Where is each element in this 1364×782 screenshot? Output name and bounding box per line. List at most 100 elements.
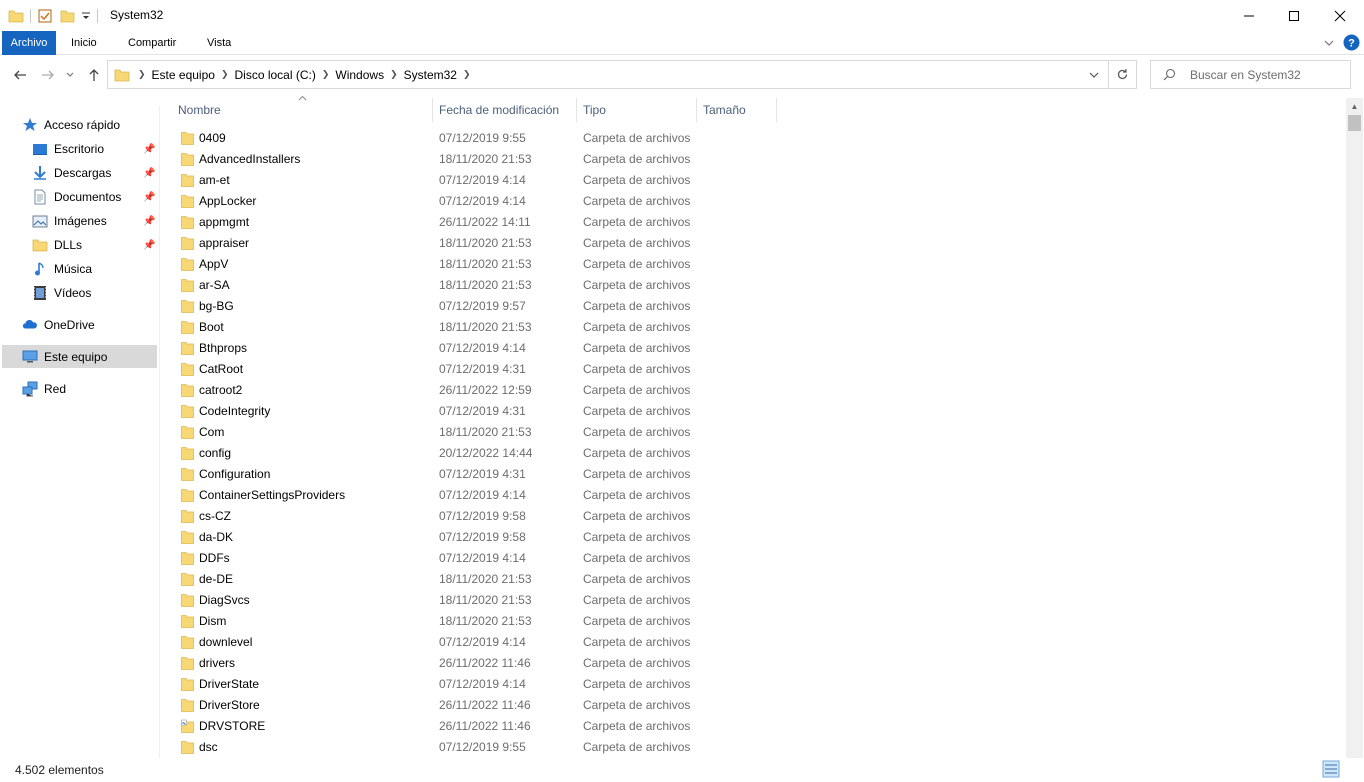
tab-compartir[interactable]: Compartir (120, 31, 184, 55)
file-row[interactable]: Bthprops 07/12/2019 4:14 Carpeta de archiv… (160, 338, 1346, 359)
nav-quick-access-label: Acceso rápido (44, 118, 121, 132)
pin-icon[interactable]: 📌 (143, 144, 155, 156)
breadcrumb-windows[interactable]: Windows (335, 68, 384, 82)
column-header-name[interactable]: Nombre (178, 98, 221, 122)
file-row[interactable]: CatRoot 07/12/2019 4:31 Carpeta de archivo… (160, 359, 1346, 380)
up-button[interactable] (84, 65, 104, 85)
chevron-right-icon[interactable]: ❯ (390, 69, 398, 80)
refresh-button[interactable] (1108, 61, 1136, 88)
chevron-right-icon[interactable]: ❯ (322, 69, 330, 80)
column-header-type[interactable]: Tipo (583, 98, 606, 122)
file-row[interactable]: DriverStore 26/11/2022 11:46 Carpeta de ar… (160, 695, 1346, 716)
nav-descargas[interactable]: Descargas (32, 162, 111, 184)
file-row[interactable]: Com 18/11/2020 21:53 Carpeta de archivos (160, 422, 1346, 443)
nav-dlls[interactable]: DLLs (32, 234, 82, 256)
breadcrumb-system32[interactable]: System32 (404, 68, 457, 82)
file-row[interactable]: downlevel 07/12/2019 4:14 Carpeta de archi… (160, 632, 1346, 653)
breadcrumb-disco-local[interactable]: Disco local (C:) (234, 68, 315, 82)
properties-icon[interactable] (37, 8, 53, 24)
scroll-up-button[interactable]: ▲ (1346, 98, 1363, 115)
chevron-right-icon[interactable]: ❯ (463, 69, 471, 80)
file-row[interactable]: appraiser 18/11/2020 21:53 Carpeta de arch… (160, 233, 1346, 254)
scrollbar-thumb[interactable] (1348, 115, 1361, 131)
file-row[interactable]: dsc 07/12/2019 9:55 Carpeta de archivos (160, 737, 1346, 758)
column-separator[interactable] (576, 98, 577, 122)
details-view-icon[interactable] (1322, 760, 1340, 778)
chevron-right-icon[interactable]: ❯ (221, 69, 229, 80)
file-row[interactable]: ar-SA 18/11/2020 21:53 Carpeta de archivos (160, 275, 1346, 296)
new-folder-icon[interactable] (59, 8, 75, 24)
file-row[interactable]: cs-CZ 07/12/2019 9:58 Carpeta de archivos (160, 506, 1346, 527)
address-bar[interactable]: ❯ Este equipo ❯ Disco local (C:) ❯ Windo… (107, 60, 1137, 89)
file-row[interactable]: Dism 18/11/2020 21:53 Carpeta de archivos (160, 611, 1346, 632)
file-name: Com (199, 425, 225, 439)
file-row[interactable]: catroot2 26/11/2022 12:59 Carpeta de archi… (160, 380, 1346, 401)
file-row[interactable]: am-et 07/12/2019 4:14 Carpeta de archivos (160, 170, 1346, 191)
column-header-size[interactable]: Tamaño (703, 98, 746, 122)
column-header-date[interactable]: Fecha de modificación (439, 98, 559, 122)
expand-ribbon-icon[interactable] (1323, 38, 1335, 48)
column-separator[interactable] (432, 98, 433, 122)
nav-este-equipo-label: Este equipo (44, 349, 108, 364)
file-row[interactable]: AppV 18/11/2020 21:53 Carpeta de archivos (160, 254, 1346, 275)
nav-musica[interactable]: Música (32, 258, 92, 280)
file-row[interactable]: bg-BG 07/12/2019 9:57 Carpeta de archivos (160, 296, 1346, 317)
help-icon[interactable]: ? (1343, 34, 1360, 51)
nav-quick-access[interactable]: Acceso rápido (22, 114, 120, 136)
file-row[interactable]: 0409 07/12/2019 9:55 Carpeta de archivos (160, 128, 1346, 149)
tab-archivo[interactable]: Archivo (2, 31, 56, 55)
nav-escritorio[interactable]: Escritorio (32, 138, 104, 160)
file-row[interactable]: de-DE 18/11/2020 21:53 Carpeta de archivos (160, 569, 1346, 590)
file-row[interactable]: config 20/12/2022 14:44 Carpeta de archivo… (160, 443, 1346, 464)
pin-icon[interactable]: 📌 (143, 192, 155, 204)
file-row[interactable]: CodeIntegrity 07/12/2019 4:31 Carpeta de a… (160, 401, 1346, 422)
file-row[interactable]: Configuration 07/12/2019 4:31 Carpeta de a… (160, 464, 1346, 485)
pin-icon[interactable]: 📌 (143, 168, 155, 180)
recent-locations-button[interactable] (63, 65, 77, 85)
minimize-button[interactable] (1226, 0, 1272, 31)
maximize-button[interactable] (1271, 0, 1317, 31)
file-name: DriverStore (199, 698, 260, 712)
nav-documentos[interactable]: Documentos (32, 186, 121, 208)
column-separator[interactable] (776, 98, 777, 122)
ribbon-tabs: Archivo Inicio Compartir Vista ? (0, 31, 1364, 55)
folder-icon (181, 425, 194, 439)
file-row[interactable]: appmgmt 26/11/2022 14:11 Carpeta de archiv… (160, 212, 1346, 233)
nav-este-equipo[interactable]: Este equipo (2, 345, 157, 368)
nav-imagenes[interactable]: Imágenes (32, 210, 107, 232)
file-row[interactable]: DriverState 07/12/2019 4:14 Carpeta de arc… (160, 674, 1346, 695)
column-separator[interactable] (696, 98, 697, 122)
file-row[interactable]: DRVSTORE 26/11/2022 11:46 Carpeta de archi… (160, 716, 1346, 737)
file-row[interactable]: drivers 26/11/2022 11:46 Carpeta de archiv… (160, 653, 1346, 674)
file-row[interactable]: da-DK 07/12/2019 9:58 Carpeta de archivos (160, 527, 1346, 548)
breadcrumb-este-equipo[interactable]: Este equipo (152, 68, 215, 82)
file-row[interactable]: Boot 18/11/2020 21:53 Carpeta de archivos (160, 317, 1346, 338)
file-row[interactable]: DiagSvcs 18/11/2020 21:53 Carpeta de archi… (160, 590, 1346, 611)
vertical-scrollbar[interactable]: ▲ (1346, 98, 1363, 758)
file-type: Carpeta de archivos (583, 698, 691, 712)
folder-icon (8, 10, 24, 23)
folder-icon (181, 551, 194, 565)
customize-dropdown-icon[interactable] (81, 8, 91, 24)
file-row[interactable]: AppLocker 07/12/2019 4:14 Carpeta de archi… (160, 191, 1346, 212)
search-box[interactable]: Buscar en System32 (1150, 60, 1351, 89)
forward-button[interactable] (38, 65, 58, 85)
file-row[interactable]: DDFs 07/12/2019 4:14 Carpeta de archivos (160, 548, 1346, 569)
back-button[interactable] (10, 65, 30, 85)
nav-videos[interactable]: Vídeos (32, 282, 91, 304)
nav-red[interactable]: Red (22, 378, 66, 400)
file-name: DRVSTORE (199, 719, 266, 733)
pin-icon[interactable]: 📌 (143, 216, 155, 228)
search-input[interactable]: Buscar en System32 (1190, 68, 1301, 82)
file-row[interactable]: AdvancedInstallers 18/11/2020 21:53 Carpet… (160, 149, 1346, 170)
navigation-pane: Acceso rápido Escritorio 📌 Descargas 📌 D… (0, 106, 160, 758)
tab-vista[interactable]: Vista (199, 31, 239, 55)
nav-onedrive[interactable]: OneDrive (22, 314, 95, 336)
address-history-button[interactable] (1080, 61, 1108, 88)
tab-inicio[interactable]: Inicio (63, 31, 105, 55)
close-button[interactable] (1317, 0, 1363, 31)
file-row[interactable]: ContainerSettingsProviders 07/12/2019 4:1… (160, 485, 1346, 506)
chevron-right-icon[interactable]: ❯ (138, 69, 146, 80)
pin-icon[interactable]: 📌 (143, 240, 155, 252)
file-name: AdvancedInstallers (199, 152, 301, 166)
